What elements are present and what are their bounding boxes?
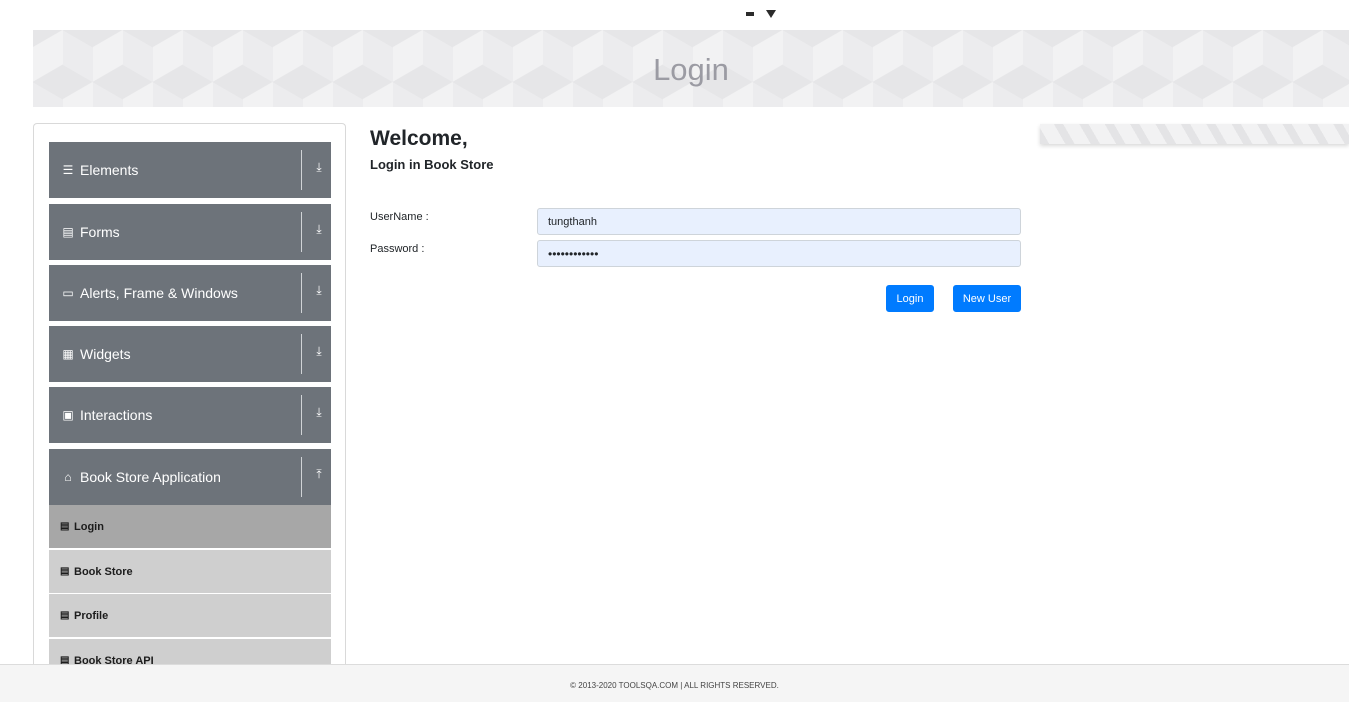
divider bbox=[301, 334, 302, 374]
book-store-icon: ⌂ bbox=[64, 470, 72, 484]
sidebar-item-profile[interactable]: ▤ Profile bbox=[49, 594, 331, 637]
divider bbox=[301, 395, 302, 435]
sidebar-item-login[interactable]: ▤ Login bbox=[49, 505, 331, 548]
sidebar-group-label: Alerts, Frame & Windows bbox=[80, 285, 238, 301]
login-button[interactable]: Login bbox=[886, 285, 934, 312]
username-label: UserName : bbox=[370, 211, 429, 223]
expand-arrow-icon[interactable]: ⤓ bbox=[311, 222, 327, 237]
right-banner-strip bbox=[1040, 124, 1349, 144]
list-item-icon: ▤ bbox=[60, 566, 70, 577]
left-sidebar: ☰ Elements ⤓ ▤ Forms ⤓ ▭ Alerts, Frame &… bbox=[33, 123, 346, 668]
sidebar-group-book-store-application[interactable]: ⌂ Book Store Application ⤒ bbox=[49, 449, 331, 505]
list-item-icon: ▤ bbox=[60, 521, 70, 532]
divider bbox=[301, 457, 302, 497]
hamburger-icon: ☰ bbox=[62, 163, 74, 177]
window-icon: ▭ bbox=[62, 286, 74, 300]
divider bbox=[301, 212, 302, 252]
new-user-button[interactable]: New User bbox=[953, 285, 1021, 312]
site-logo-fragment bbox=[746, 10, 776, 18]
sidebar-group-interactions[interactable]: ▣ Interactions ⤓ bbox=[49, 387, 331, 443]
expand-arrow-icon[interactable]: ⤓ bbox=[311, 405, 327, 420]
sidebar-group-widgets[interactable]: ▦ Widgets ⤓ bbox=[49, 326, 331, 382]
interactions-icon: ▣ bbox=[62, 408, 74, 422]
login-subtitle: Login in Book Store bbox=[370, 157, 494, 172]
page-footer: © 2013-2020 TOOLSQA.COM | ALL RIGHTS RES… bbox=[0, 664, 1349, 702]
sidebar-item-label: Book Store bbox=[74, 565, 133, 578]
form-icon: ▤ bbox=[62, 225, 74, 239]
divider bbox=[301, 273, 302, 313]
collapse-arrow-icon[interactable]: ⤒ bbox=[311, 467, 327, 482]
password-input[interactable] bbox=[537, 240, 1021, 267]
sidebar-group-label: Elements bbox=[80, 162, 139, 178]
welcome-heading: Welcome, bbox=[370, 127, 468, 150]
sidebar-group-elements[interactable]: ☰ Elements ⤓ bbox=[49, 142, 331, 198]
expand-arrow-icon[interactable]: ⤓ bbox=[311, 344, 327, 359]
username-input[interactable] bbox=[537, 208, 1021, 235]
sidebar-item-label: Profile bbox=[74, 609, 109, 622]
sidebar-group-label: Interactions bbox=[80, 407, 153, 423]
page-header-banner: Login bbox=[33, 30, 1349, 107]
expand-arrow-icon[interactable]: ⤓ bbox=[311, 283, 327, 298]
divider bbox=[301, 150, 302, 190]
list-item-icon: ▤ bbox=[60, 610, 70, 621]
sidebar-group-label: Book Store Application bbox=[80, 469, 221, 485]
page-title: Login bbox=[653, 52, 729, 87]
sidebar-group-forms[interactable]: ▤ Forms ⤓ bbox=[49, 204, 331, 260]
sidebar-group-alerts-frame-windows[interactable]: ▭ Alerts, Frame & Windows ⤓ bbox=[49, 265, 331, 321]
expand-arrow-icon[interactable]: ⤓ bbox=[311, 160, 327, 175]
sidebar-item-label: Login bbox=[74, 520, 104, 533]
sidebar-item-book-store[interactable]: ▤ Book Store bbox=[49, 550, 331, 593]
password-label: Password : bbox=[370, 243, 425, 255]
sidebar-group-label: Widgets bbox=[80, 346, 131, 362]
sidebar-group-label: Forms bbox=[80, 224, 120, 240]
widgets-icon: ▦ bbox=[62, 347, 74, 361]
